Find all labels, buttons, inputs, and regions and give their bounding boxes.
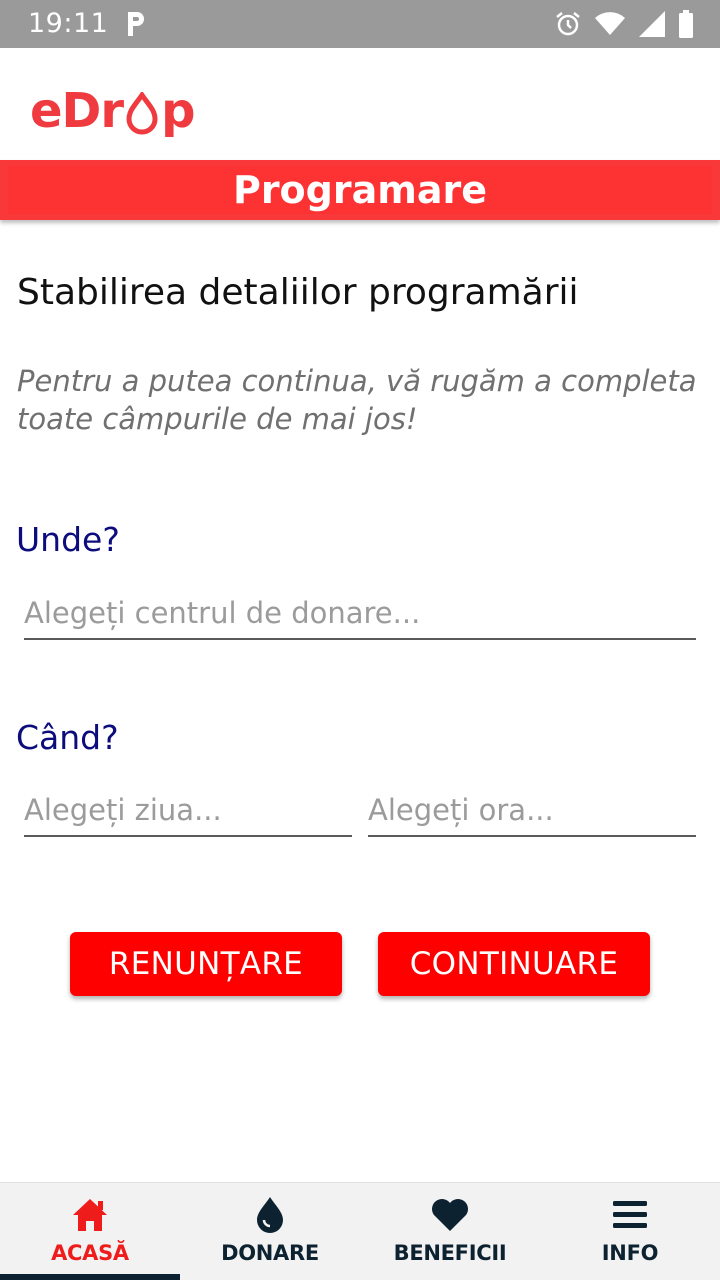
continue-button[interactable]: CONTINUARE: [378, 932, 650, 996]
section-title: Stabilirea detaliilor programării: [17, 272, 579, 313]
page-title: Programare: [232, 168, 488, 212]
logo-drop-icon: [126, 92, 158, 135]
nav-label-info: INFO: [601, 1241, 659, 1265]
day-placeholder: Alegeți ziua...: [24, 793, 222, 827]
cancel-button[interactable]: RENUNȚARE: [70, 932, 342, 996]
hour-placeholder: Alegeți ora...: [368, 793, 554, 827]
title-banner: Programare: [0, 160, 720, 220]
wifi-icon: [595, 12, 625, 35]
when-label: Când?: [16, 718, 119, 757]
nav-label-benefits: BENEFICII: [393, 1241, 507, 1265]
parking-notification-icon: [128, 12, 144, 36]
battery-icon: [679, 10, 693, 38]
bottom-navigation: ACASĂ DONARE BENEFICII INFO: [0, 1182, 720, 1280]
instructions-text: Pentru a putea continua, vă rugăm a comp…: [17, 364, 697, 436]
heart-icon: [430, 1195, 470, 1235]
nav-item-benefits[interactable]: BENEFICII: [360, 1183, 540, 1280]
nav-item-donation[interactable]: DONARE: [180, 1183, 360, 1280]
status-time: 19:11: [28, 8, 109, 39]
hour-field[interactable]: Alegeți ora...: [368, 787, 696, 837]
logo-text-end: p: [161, 83, 195, 139]
day-field[interactable]: Alegeți ziua...: [24, 787, 352, 837]
nav-item-home[interactable]: ACASĂ: [0, 1183, 180, 1280]
where-label: Unde?: [16, 520, 120, 559]
drop-icon: [250, 1195, 290, 1235]
menu-icon: [610, 1195, 650, 1235]
nav-item-info[interactable]: INFO: [540, 1183, 720, 1280]
alarm-icon: [556, 12, 580, 36]
nav-label-home: ACASĂ: [51, 1241, 129, 1265]
status-bar: 19:11: [0, 0, 720, 48]
app-header: eDr p: [0, 48, 720, 160]
home-icon: [70, 1195, 110, 1235]
status-icons: [554, 10, 694, 38]
donation-center-field[interactable]: Alegeți centrul de donare...: [24, 590, 696, 640]
logo-text-start: eDr: [30, 83, 124, 139]
edrop-logo[interactable]: eDr p: [30, 76, 195, 146]
donation-center-placeholder: Alegeți centrul de donare...: [24, 596, 421, 630]
active-tab-indicator: [0, 1274, 180, 1280]
banner-inner: Programare: [8, 166, 712, 214]
signal-icon: [639, 11, 665, 37]
nav-label-donation: DONARE: [221, 1241, 319, 1265]
